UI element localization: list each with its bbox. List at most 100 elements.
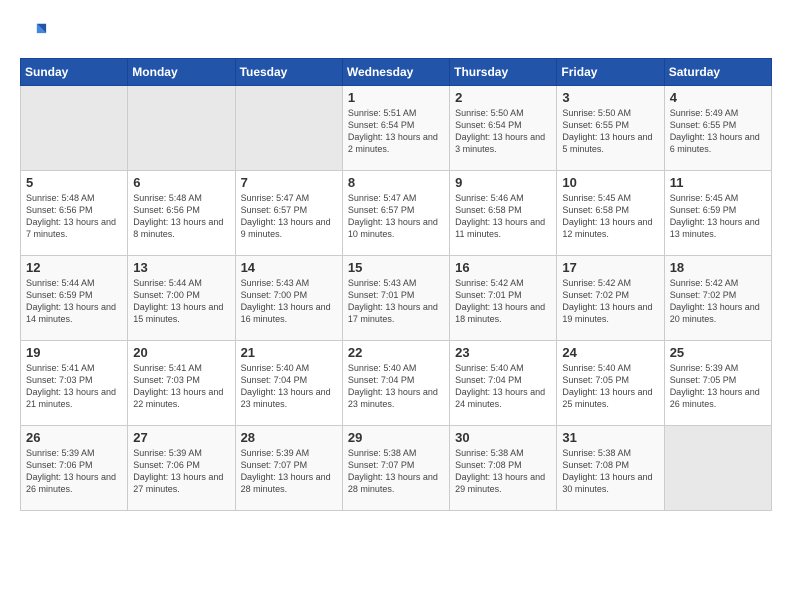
day-number: 20 [133,345,229,360]
day-cell: 27 Sunrise: 5:39 AM Sunset: 7:06 PM Dayli… [128,426,235,511]
day-cell: 11 Sunrise: 5:45 AM Sunset: 6:59 PM Dayli… [664,171,771,256]
day-cell: 25Sunrise: 5:39 AM Sunset: 7:05 PM Dayli… [664,341,771,426]
day-number: 23 [455,345,551,360]
day-cell: 29 Sunrise: 5:38 AM Sunset: 7:07 PM Dayli… [342,426,449,511]
day-cell: 24 Sunrise: 5:40 AM Sunset: 7:05 PM Dayli… [557,341,664,426]
day-info: Sunrise: 5:39 AM Sunset: 7:06 PM Dayligh… [26,447,122,496]
day-cell: 15 Sunrise: 5:43 AM Sunset: 7:01 PM Dayli… [342,256,449,341]
day-number: 16 [455,260,551,275]
day-cell: 12 Sunrise: 5:44 AM Sunset: 6:59 PM Dayli… [21,256,128,341]
day-info: Sunrise: 5:43 AM Sunset: 7:01 PM Dayligh… [348,277,444,326]
day-cell: 19 Sunrise: 5:41 AM Sunset: 7:03 PM Dayli… [21,341,128,426]
day-number: 31 [562,430,658,445]
day-cell: 8Sunrise: 5:47 AM Sunset: 6:57 PM Daylig… [342,171,449,256]
day-cell: 21 Sunrise: 5:40 AM Sunset: 7:04 PM Dayli… [235,341,342,426]
day-cell: 17 Sunrise: 5:42 AM Sunset: 7:02 PM Dayli… [557,256,664,341]
day-info: Sunrise: 5:38 AM Sunset: 7:07 PM Dayligh… [348,447,444,496]
day-info: Sunrise: 5:44 AM Sunset: 6:59 PM Dayligh… [26,277,122,326]
logo [20,20,52,48]
day-number: 5 [26,175,122,190]
logo-icon [20,20,48,48]
weekday-header-wednesday: Wednesday [342,59,449,86]
day-cell: 23 Sunrise: 5:40 AM Sunset: 7:04 PM Dayli… [450,341,557,426]
day-cell: 1Sunrise: 5:51 AM Sunset: 6:54 PM Daylig… [342,86,449,171]
day-info: Sunrise: 5:40 AM Sunset: 7:05 PM Dayligh… [562,362,658,411]
weekday-header-monday: Monday [128,59,235,86]
day-info: Sunrise: 5:41 AM Sunset: 7:03 PM Dayligh… [133,362,229,411]
day-number: 7 [241,175,337,190]
calendar-table: SundayMondayTuesdayWednesdayThursdayFrid… [20,58,772,511]
day-info: Sunrise: 5:40 AM Sunset: 7:04 PM Dayligh… [241,362,337,411]
day-number: 6 [133,175,229,190]
day-info: Sunrise: 5:44 AM Sunset: 7:00 PM Dayligh… [133,277,229,326]
day-number: 9 [455,175,551,190]
weekday-header-tuesday: Tuesday [235,59,342,86]
day-cell: 10 Sunrise: 5:45 AM Sunset: 6:58 PM Dayli… [557,171,664,256]
day-cell: 30Sunrise: 5:38 AM Sunset: 7:08 PM Dayli… [450,426,557,511]
day-cell [128,86,235,171]
day-cell: 6 Sunrise: 5:48 AM Sunset: 6:56 PM Daylig… [128,171,235,256]
day-number: 13 [133,260,229,275]
calendar-container: SundayMondayTuesdayWednesdayThursdayFrid… [0,0,792,612]
day-cell: 9 Sunrise: 5:46 AM Sunset: 6:58 PM Daylig… [450,171,557,256]
day-number: 14 [241,260,337,275]
day-info: Sunrise: 5:43 AM Sunset: 7:00 PM Dayligh… [241,277,337,326]
day-info: Sunrise: 5:50 AM Sunset: 6:54 PM Dayligh… [455,107,551,156]
day-info: Sunrise: 5:48 AM Sunset: 6:56 PM Dayligh… [133,192,229,241]
day-number: 11 [670,175,766,190]
day-number: 19 [26,345,122,360]
day-info: Sunrise: 5:45 AM Sunset: 6:58 PM Dayligh… [562,192,658,241]
weekday-header-saturday: Saturday [664,59,771,86]
day-number: 27 [133,430,229,445]
header [20,20,772,48]
day-info: Sunrise: 5:40 AM Sunset: 7:04 PM Dayligh… [455,362,551,411]
weekday-header-thursday: Thursday [450,59,557,86]
day-number: 17 [562,260,658,275]
day-info: Sunrise: 5:49 AM Sunset: 6:55 PM Dayligh… [670,107,766,156]
week-row-1: 1Sunrise: 5:51 AM Sunset: 6:54 PM Daylig… [21,86,772,171]
day-cell: 4Sunrise: 5:49 AM Sunset: 6:55 PM Daylig… [664,86,771,171]
day-cell: 22 Sunrise: 5:40 AM Sunset: 7:04 PM Dayli… [342,341,449,426]
day-cell: 13 Sunrise: 5:44 AM Sunset: 7:00 PM Dayli… [128,256,235,341]
weekday-header-sunday: Sunday [21,59,128,86]
day-number: 25 [670,345,766,360]
day-info: Sunrise: 5:41 AM Sunset: 7:03 PM Dayligh… [26,362,122,411]
day-info: Sunrise: 5:46 AM Sunset: 6:58 PM Dayligh… [455,192,551,241]
day-number: 1 [348,90,444,105]
week-row-5: 26 Sunrise: 5:39 AM Sunset: 7:06 PM Dayli… [21,426,772,511]
day-info: Sunrise: 5:39 AM Sunset: 7:06 PM Dayligh… [133,447,229,496]
day-number: 26 [26,430,122,445]
day-number: 18 [670,260,766,275]
day-number: 2 [455,90,551,105]
week-row-3: 12 Sunrise: 5:44 AM Sunset: 6:59 PM Dayli… [21,256,772,341]
day-cell: 2 Sunrise: 5:50 AM Sunset: 6:54 PM Daylig… [450,86,557,171]
day-number: 12 [26,260,122,275]
day-cell: 16Sunrise: 5:42 AM Sunset: 7:01 PM Dayli… [450,256,557,341]
day-info: Sunrise: 5:50 AM Sunset: 6:55 PM Dayligh… [562,107,658,156]
week-row-4: 19 Sunrise: 5:41 AM Sunset: 7:03 PM Dayli… [21,341,772,426]
day-cell: 28Sunrise: 5:39 AM Sunset: 7:07 PM Dayli… [235,426,342,511]
day-number: 29 [348,430,444,445]
day-cell: 18 Sunrise: 5:42 AM Sunset: 7:02 PM Dayli… [664,256,771,341]
day-cell [664,426,771,511]
day-info: Sunrise: 5:42 AM Sunset: 7:02 PM Dayligh… [562,277,658,326]
day-info: Sunrise: 5:40 AM Sunset: 7:04 PM Dayligh… [348,362,444,411]
day-number: 15 [348,260,444,275]
day-number: 22 [348,345,444,360]
day-number: 10 [562,175,658,190]
day-number: 8 [348,175,444,190]
weekday-header-row: SundayMondayTuesdayWednesdayThursdayFrid… [21,59,772,86]
day-number: 28 [241,430,337,445]
weekday-header-friday: Friday [557,59,664,86]
day-number: 21 [241,345,337,360]
day-info: Sunrise: 5:45 AM Sunset: 6:59 PM Dayligh… [670,192,766,241]
day-cell: 20 Sunrise: 5:41 AM Sunset: 7:03 PM Dayli… [128,341,235,426]
day-info: Sunrise: 5:42 AM Sunset: 7:02 PM Dayligh… [670,277,766,326]
day-cell: 31Sunrise: 5:38 AM Sunset: 7:08 PM Dayli… [557,426,664,511]
day-info: Sunrise: 5:47 AM Sunset: 6:57 PM Dayligh… [241,192,337,241]
day-number: 24 [562,345,658,360]
day-cell: 26 Sunrise: 5:39 AM Sunset: 7:06 PM Dayli… [21,426,128,511]
day-number: 3 [562,90,658,105]
day-info: Sunrise: 5:38 AM Sunset: 7:08 PM Dayligh… [455,447,551,496]
day-info: Sunrise: 5:48 AM Sunset: 6:56 PM Dayligh… [26,192,122,241]
